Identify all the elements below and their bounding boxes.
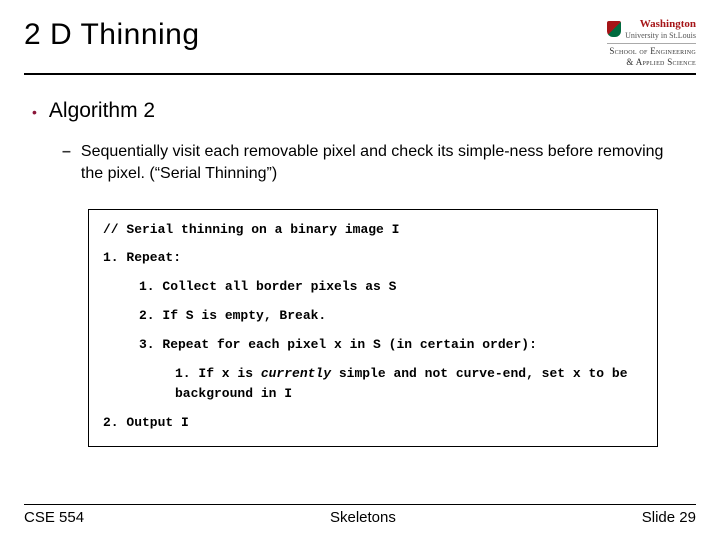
bullet-dash-icon: –	[62, 141, 71, 184]
bullet1-text: Algorithm 2	[49, 99, 155, 125]
university-name: Washington	[625, 18, 696, 31]
code-italic: currently	[261, 366, 331, 381]
footer-left: CSE 554	[24, 509, 84, 526]
bullet2-text: Sequentially visit each removable pixel …	[81, 141, 688, 184]
footer: CSE 554 Skeletons Slide 29	[24, 504, 696, 526]
footer-center: Skeletons	[330, 509, 396, 526]
code-line: 1. If x is currently simple and not curv…	[103, 364, 643, 406]
bullet-level1: • Algorithm 2	[32, 99, 688, 125]
bullet-level2: – Sequentially visit each removable pixe…	[62, 141, 688, 184]
code-line: 2. Output I	[103, 413, 643, 434]
slide-body: • Algorithm 2 – Sequentially visit each …	[24, 75, 696, 447]
algorithm-code-box: // Serial thinning on a binary image I 1…	[88, 209, 658, 447]
logo-text: Washington University in St.Louis	[625, 18, 696, 41]
footer-right: Slide 29	[642, 509, 696, 526]
school-name: School of Engineering & Applied Science	[607, 43, 696, 68]
code-line: // Serial thinning on a binary image I	[103, 220, 643, 241]
school-line1: School of Engineering	[609, 46, 696, 56]
bullet-dot-icon: •	[32, 99, 37, 125]
code-line: 1. Collect all border pixels as S	[103, 277, 643, 298]
slide-title: 2 D Thinning	[24, 18, 200, 52]
slide: 2 D Thinning Washington University in St…	[0, 0, 720, 540]
university-sub: University in St.Louis	[625, 31, 696, 41]
logo-top-row: Washington University in St.Louis	[607, 18, 696, 41]
shield-icon	[607, 21, 621, 37]
code-span: 1. If x is	[175, 366, 261, 381]
code-line: 1. Repeat:	[103, 248, 643, 269]
code-line: 3. Repeat for each pixel x in S (in cert…	[103, 335, 643, 356]
code-line: 2. If S is empty, Break.	[103, 306, 643, 327]
school-line2: & Applied Science	[626, 57, 696, 67]
header: 2 D Thinning Washington University in St…	[24, 18, 696, 75]
university-logo: Washington University in St.Louis School…	[607, 18, 696, 67]
